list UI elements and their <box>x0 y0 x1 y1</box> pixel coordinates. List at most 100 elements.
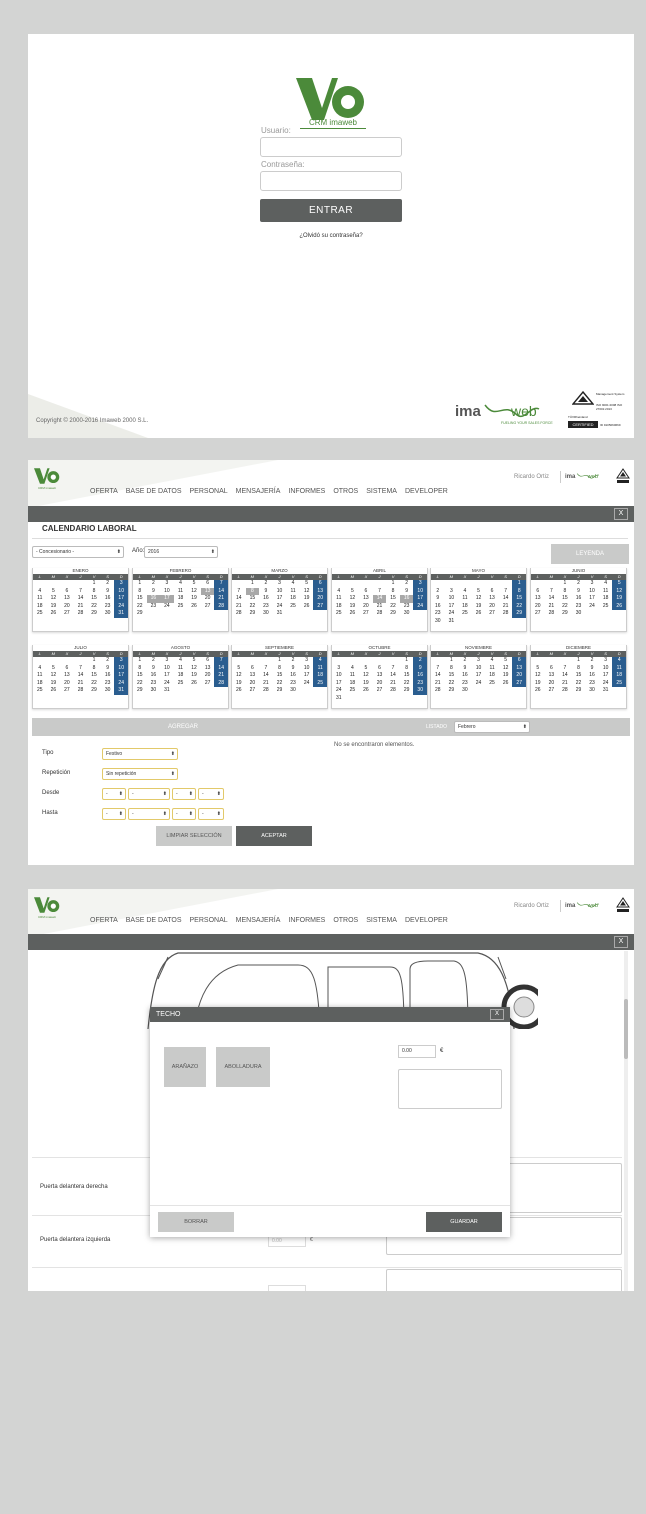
calendar-day[interactable]: 2 <box>147 657 161 665</box>
calendar-day[interactable]: 3 <box>599 657 613 665</box>
calendar-day[interactable]: 16 <box>585 672 599 680</box>
calendar-day[interactable]: 5 <box>187 657 201 665</box>
calendar-day[interactable]: 3 <box>445 588 459 596</box>
calendar-day[interactable]: 18 <box>485 672 499 680</box>
nav-base-de-datos[interactable]: BASE DE DATOS <box>126 488 182 495</box>
calendar-day[interactable]: 21 <box>214 672 228 680</box>
calendar-day[interactable]: 30 <box>147 687 161 695</box>
calendar-day[interactable]: 27 <box>485 610 499 618</box>
nav-otros[interactable]: OTROS <box>333 488 358 495</box>
calendar-day[interactable]: 29 <box>133 687 147 695</box>
calendar-day[interactable]: 19 <box>499 672 513 680</box>
calendar-day[interactable]: 13 <box>485 595 499 603</box>
calendar-day[interactable]: 21 <box>74 680 88 688</box>
calendar-day[interactable]: 20 <box>545 680 559 688</box>
calendar-day[interactable]: 19 <box>187 595 201 603</box>
calendar-day[interactable]: 12 <box>612 587 626 596</box>
user-input[interactable] <box>260 137 402 157</box>
calendar-day[interactable]: 17 <box>445 603 459 611</box>
calendar-day[interactable]: 7 <box>214 580 228 588</box>
calendar-day[interactable]: 28 <box>74 687 88 695</box>
calendar-day[interactable]: 6 <box>512 657 526 665</box>
calendar-day[interactable]: 9 <box>147 588 161 596</box>
calendar-day[interactable]: 4 <box>346 665 360 673</box>
calendar-day[interactable]: 5 <box>612 580 626 588</box>
calendar-day[interactable]: 18 <box>174 595 188 603</box>
calendar-day[interactable]: 11 <box>599 588 613 596</box>
calendar-day[interactable]: 29 <box>400 687 414 695</box>
calendar-day[interactable]: 11 <box>174 665 188 673</box>
calendar-day[interactable]: 21 <box>558 680 572 688</box>
calendar-day[interactable]: 6 <box>201 580 215 588</box>
calendar-day[interactable]: 12 <box>47 672 61 680</box>
calendar-day[interactable]: 4 <box>174 580 188 588</box>
concesionario-select[interactable]: - Concesionario - ⬍ <box>32 546 124 558</box>
calendar-day[interactable]: 23 <box>458 680 472 688</box>
calendar-day[interactable]: 26 <box>187 680 201 688</box>
calendar-day[interactable]: 16 <box>458 672 472 680</box>
calendar-day[interactable]: 29 <box>558 610 572 618</box>
calendar-day[interactable]: 2 <box>286 657 300 665</box>
calendar-day[interactable]: 7 <box>214 657 228 665</box>
calendar-day[interactable]: 23 <box>431 610 445 618</box>
calendar-day[interactable]: 1 <box>558 580 572 588</box>
next-row-notes[interactable] <box>386 1269 622 1291</box>
repeticion-select[interactable]: Sin repetición ⬍ <box>102 768 178 780</box>
calendar-day[interactable]: 20 <box>60 680 74 688</box>
calendar-day[interactable]: 11 <box>174 588 188 596</box>
calendar-day[interactable]: 28 <box>558 687 572 695</box>
calendar-day[interactable]: 1 <box>87 580 101 588</box>
calendar-day[interactable]: 31 <box>332 695 346 703</box>
calendar-day[interactable]: 27 <box>373 687 387 695</box>
calendar-day[interactable]: 1 <box>273 657 287 665</box>
calendar-day[interactable]: 5 <box>531 665 545 673</box>
calendar-day[interactable]: 2 <box>458 657 472 665</box>
calendar-day[interactable]: 12 <box>187 588 201 596</box>
price-input[interactable]: 0.00 <box>398 1045 436 1058</box>
calendar-day[interactable]: 6 <box>485 588 499 596</box>
calendar-day[interactable]: 6 <box>60 665 74 673</box>
calendar-day[interactable]: 10 <box>160 588 174 596</box>
calendar-day[interactable]: 23 <box>400 603 414 611</box>
calendar-day[interactable]: 17 <box>114 672 128 680</box>
calendar-day[interactable]: 14 <box>214 587 228 596</box>
calendar-day[interactable]: 16 <box>101 595 115 603</box>
calendar-day[interactable]: 10 <box>413 587 427 596</box>
calendar-day[interactable]: 4 <box>458 588 472 596</box>
calendar-day[interactable]: 12 <box>300 588 314 596</box>
desde-hour-select[interactable]: - ⬍ <box>172 788 196 800</box>
hasta-hour-select[interactable]: - ⬍ <box>172 808 196 820</box>
calendar-day[interactable]: 3 <box>472 657 486 665</box>
calendar-day[interactable]: 31 <box>160 687 174 695</box>
calendar-day[interactable]: 15 <box>512 595 526 603</box>
calendar-day[interactable]: 14 <box>386 672 400 680</box>
calendar-day[interactable]: 7 <box>373 588 387 596</box>
hasta-month-select[interactable]: - ⬍ <box>128 808 170 820</box>
calendar-day[interactable]: 12 <box>531 672 545 680</box>
calendar-day[interactable]: 19 <box>47 603 61 611</box>
calendar-day[interactable]: 28 <box>214 602 228 611</box>
calendar-day[interactable]: 14 <box>372 595 387 603</box>
calendar-day[interactable]: 8 <box>87 665 101 673</box>
calendar-day[interactable]: 21 <box>259 680 273 688</box>
calendar-day[interactable]: 29 <box>512 610 526 618</box>
calendar-day[interactable]: 2 <box>585 657 599 665</box>
calendar-day[interactable]: 29 <box>87 610 101 618</box>
nav-developer[interactable]: DEVELOPER <box>405 488 448 495</box>
calendar-day[interactable]: 18 <box>612 672 626 680</box>
calendar-day[interactable]: 17 <box>472 672 486 680</box>
calendar-day[interactable]: 6 <box>359 588 373 596</box>
calendar-day[interactable]: 10 <box>273 588 287 596</box>
calendar-day[interactable]: 13 <box>531 595 545 603</box>
calendar-day[interactable]: 18 <box>599 595 613 603</box>
desde-month-select[interactable]: - ⬍ <box>128 788 170 800</box>
nav-oferta[interactable]: OFERTA <box>90 488 118 495</box>
calendar-day[interactable]: 22 <box>512 602 526 611</box>
calendar-day[interactable]: 20 <box>60 603 74 611</box>
calendar-day[interactable]: 24 <box>160 603 174 611</box>
calendar-day[interactable]: 8 <box>445 665 459 673</box>
calendar-day[interactable]: 28 <box>259 687 273 695</box>
calendar-day[interactable]: 24 <box>300 680 314 688</box>
calendar-day[interactable]: 4 <box>33 665 47 673</box>
crm-logo-icon[interactable] <box>34 895 60 915</box>
